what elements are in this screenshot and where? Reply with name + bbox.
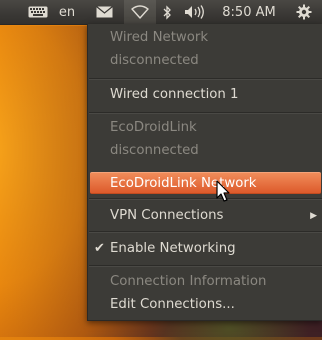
mouse-cursor-icon [216,180,230,202]
messaging-menu[interactable] [92,0,116,24]
enable-networking-label: Enable Networking [110,241,236,256]
wifi-icon [131,5,149,19]
vpn-connections-label: VPN Connections [110,208,224,223]
session-menu[interactable] [292,0,316,24]
ecodroidlink-header: EcoDroidLink [110,120,197,135]
menu-separator [89,78,322,80]
language-indicator[interactable]: en [56,0,78,24]
bluetooth-indicator[interactable] [158,0,176,24]
ecodroidlink-status: disconnected [110,143,199,158]
menu-separator [89,112,322,114]
menu-separator [89,265,322,267]
connection-information-item: Connection Information [110,274,267,289]
bluetooth-icon [163,4,171,20]
enable-networking-item[interactable]: ✔ Enable Networking [88,238,322,260]
wired-connection-item[interactable]: Wired connection 1 [88,84,322,106]
gear-icon [296,4,312,20]
wired-network-status: disconnected [110,53,199,68]
network-menu: Wired Network disconnected Wired connect… [87,24,322,321]
menu-separator [89,198,322,200]
edit-connections-item[interactable]: Edit Connections... [88,294,322,316]
volume-icon [185,5,204,19]
wired-network-header: Wired Network [110,30,209,45]
checkmark-icon: ✔ [94,241,105,256]
menu-separator [89,231,322,233]
mail-icon [95,6,113,18]
submenu-arrow-icon: ▶ [310,211,317,221]
top-panel: en 8:50 AM [0,0,322,25]
vpn-connections-item[interactable]: VPN Connections ▶ [88,205,322,227]
keyboard-indicator[interactable] [24,0,52,24]
volume-indicator[interactable] [182,0,208,24]
network-indicator[interactable] [124,0,156,24]
clock[interactable]: 8:50 AM [216,0,282,24]
keyboard-icon [28,6,48,18]
ecodroidlink-network-item[interactable]: EcoDroidLink Network [90,172,321,194]
